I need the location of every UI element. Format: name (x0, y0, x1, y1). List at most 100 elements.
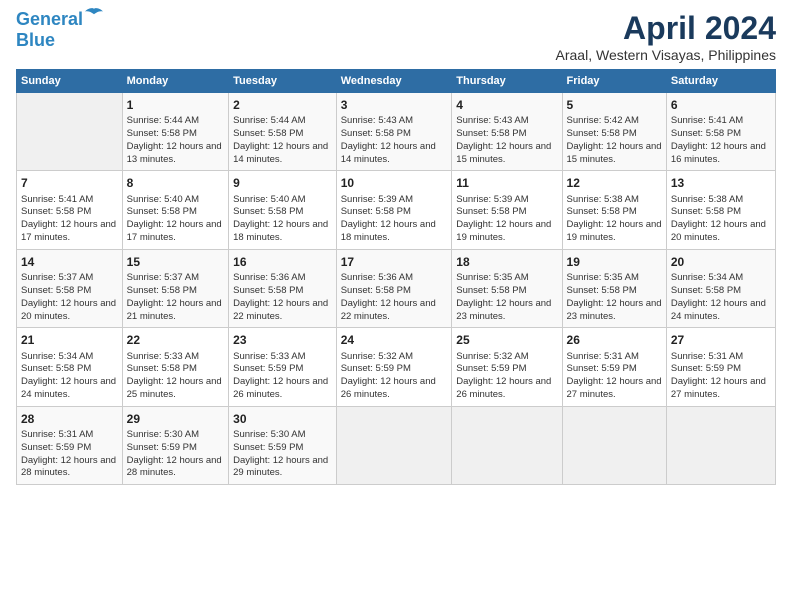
sunrise-text: Sunrise: 5:33 AM (233, 351, 332, 364)
calendar-cell (17, 93, 123, 171)
logo-line1: General (16, 9, 83, 29)
calendar-cell: 19Sunrise: 5:35 AMSunset: 5:58 PMDayligh… (562, 249, 666, 327)
daylight-text: Daylight: 12 hours and 18 minutes. (341, 219, 448, 245)
header-row: SundayMondayTuesdayWednesdayThursdayFrid… (17, 70, 776, 93)
calendar-cell (666, 406, 775, 484)
sunrise-text: Sunrise: 5:34 AM (671, 272, 771, 285)
sunset-text: Sunset: 5:58 PM (671, 206, 771, 219)
week-row: 14Sunrise: 5:37 AMSunset: 5:58 PMDayligh… (17, 249, 776, 327)
sunrise-text: Sunrise: 5:30 AM (233, 429, 332, 442)
day-number: 7 (21, 175, 118, 191)
daylight-text: Daylight: 12 hours and 14 minutes. (233, 141, 332, 167)
logo-text: General (16, 10, 103, 30)
sunset-text: Sunset: 5:58 PM (341, 128, 448, 141)
daylight-text: Daylight: 12 hours and 20 minutes. (21, 298, 118, 324)
daylight-text: Daylight: 12 hours and 17 minutes. (127, 219, 225, 245)
day-number: 30 (233, 411, 332, 427)
week-row: 1Sunrise: 5:44 AMSunset: 5:58 PMDaylight… (17, 93, 776, 171)
day-number: 17 (341, 254, 448, 270)
calendar-cell: 13Sunrise: 5:38 AMSunset: 5:58 PMDayligh… (666, 171, 775, 249)
calendar-cell: 25Sunrise: 5:32 AMSunset: 5:59 PMDayligh… (452, 328, 562, 406)
sunrise-text: Sunrise: 5:31 AM (21, 429, 118, 442)
daylight-text: Daylight: 12 hours and 22 minutes. (341, 298, 448, 324)
sunrise-text: Sunrise: 5:32 AM (456, 351, 557, 364)
daylight-text: Daylight: 12 hours and 15 minutes. (456, 141, 557, 167)
header-day: Thursday (452, 70, 562, 93)
header-day: Wednesday (336, 70, 452, 93)
daylight-text: Daylight: 12 hours and 14 minutes. (341, 141, 448, 167)
logo-line2: Blue (16, 30, 103, 51)
daylight-text: Daylight: 12 hours and 26 minutes. (341, 376, 448, 402)
calendar-cell: 10Sunrise: 5:39 AMSunset: 5:58 PMDayligh… (336, 171, 452, 249)
day-number: 28 (21, 411, 118, 427)
calendar-cell: 11Sunrise: 5:39 AMSunset: 5:58 PMDayligh… (452, 171, 562, 249)
daylight-text: Daylight: 12 hours and 27 minutes. (567, 376, 662, 402)
calendar-cell: 12Sunrise: 5:38 AMSunset: 5:58 PMDayligh… (562, 171, 666, 249)
day-number: 22 (127, 332, 225, 348)
sunrise-text: Sunrise: 5:41 AM (21, 194, 118, 207)
daylight-text: Daylight: 12 hours and 27 minutes. (671, 376, 771, 402)
sunset-text: Sunset: 5:58 PM (127, 363, 225, 376)
header-day: Friday (562, 70, 666, 93)
day-number: 6 (671, 97, 771, 113)
sunset-text: Sunset: 5:58 PM (21, 285, 118, 298)
day-number: 23 (233, 332, 332, 348)
logo: General Blue (16, 10, 103, 51)
sunset-text: Sunset: 5:58 PM (21, 363, 118, 376)
sunrise-text: Sunrise: 5:32 AM (341, 351, 448, 364)
sunrise-text: Sunrise: 5:30 AM (127, 429, 225, 442)
sunrise-text: Sunrise: 5:31 AM (671, 351, 771, 364)
daylight-text: Daylight: 12 hours and 23 minutes. (456, 298, 557, 324)
header-day: Monday (122, 70, 229, 93)
sunset-text: Sunset: 5:59 PM (233, 442, 332, 455)
day-number: 4 (456, 97, 557, 113)
sunrise-text: Sunrise: 5:43 AM (456, 115, 557, 128)
sunrise-text: Sunrise: 5:40 AM (233, 194, 332, 207)
daylight-text: Daylight: 12 hours and 15 minutes. (567, 141, 662, 167)
sunset-text: Sunset: 5:59 PM (21, 442, 118, 455)
day-number: 2 (233, 97, 332, 113)
calendar-cell: 28Sunrise: 5:31 AMSunset: 5:59 PMDayligh… (17, 406, 123, 484)
calendar-cell: 23Sunrise: 5:33 AMSunset: 5:59 PMDayligh… (229, 328, 337, 406)
sunset-text: Sunset: 5:58 PM (341, 206, 448, 219)
header-day: Saturday (666, 70, 775, 93)
calendar-cell: 6Sunrise: 5:41 AMSunset: 5:58 PMDaylight… (666, 93, 775, 171)
daylight-text: Daylight: 12 hours and 21 minutes. (127, 298, 225, 324)
sunrise-text: Sunrise: 5:44 AM (233, 115, 332, 128)
sunset-text: Sunset: 5:58 PM (567, 128, 662, 141)
calendar-table: SundayMondayTuesdayWednesdayThursdayFrid… (16, 69, 776, 485)
daylight-text: Daylight: 12 hours and 20 minutes. (671, 219, 771, 245)
daylight-text: Daylight: 12 hours and 17 minutes. (21, 219, 118, 245)
sunset-text: Sunset: 5:58 PM (671, 128, 771, 141)
calendar-cell: 29Sunrise: 5:30 AMSunset: 5:59 PMDayligh… (122, 406, 229, 484)
calendar-cell: 2 Sunrise: 5:44 AMSunset: 5:58 PMDaylight… (229, 93, 337, 171)
day-number: 15 (127, 254, 225, 270)
sunrise-text: Sunrise: 5:41 AM (671, 115, 771, 128)
calendar-cell: 30Sunrise: 5:30 AMSunset: 5:59 PMDayligh… (229, 406, 337, 484)
sunset-text: Sunset: 5:58 PM (341, 285, 448, 298)
sunset-text: Sunset: 5:58 PM (233, 128, 332, 141)
calendar-cell: 20Sunrise: 5:34 AMSunset: 5:58 PMDayligh… (666, 249, 775, 327)
calendar-cell: 9Sunrise: 5:40 AMSunset: 5:58 PMDaylight… (229, 171, 337, 249)
sunset-text: Sunset: 5:58 PM (671, 285, 771, 298)
day-number: 12 (567, 175, 662, 191)
sunrise-text: Sunrise: 5:37 AM (127, 272, 225, 285)
week-row: 21Sunrise: 5:34 AMSunset: 5:58 PMDayligh… (17, 328, 776, 406)
day-number: 24 (341, 332, 448, 348)
daylight-text: Daylight: 12 hours and 24 minutes. (21, 376, 118, 402)
sunrise-text: Sunrise: 5:39 AM (341, 194, 448, 207)
sunrise-text: Sunrise: 5:37 AM (21, 272, 118, 285)
day-number: 11 (456, 175, 557, 191)
calendar-cell: 22Sunrise: 5:33 AMSunset: 5:58 PMDayligh… (122, 328, 229, 406)
daylight-text: Daylight: 12 hours and 26 minutes. (233, 376, 332, 402)
sunrise-text: Sunrise: 5:31 AM (567, 351, 662, 364)
daylight-text: Daylight: 12 hours and 26 minutes. (456, 376, 557, 402)
sunset-text: Sunset: 5:58 PM (233, 206, 332, 219)
sunset-text: Sunset: 5:59 PM (127, 442, 225, 455)
calendar-cell: 7Sunrise: 5:41 AMSunset: 5:58 PMDaylight… (17, 171, 123, 249)
sunrise-text: Sunrise: 5:38 AM (567, 194, 662, 207)
calendar-cell (452, 406, 562, 484)
day-number: 18 (456, 254, 557, 270)
calendar-cell: 5Sunrise: 5:42 AMSunset: 5:58 PMDaylight… (562, 93, 666, 171)
day-number: 14 (21, 254, 118, 270)
